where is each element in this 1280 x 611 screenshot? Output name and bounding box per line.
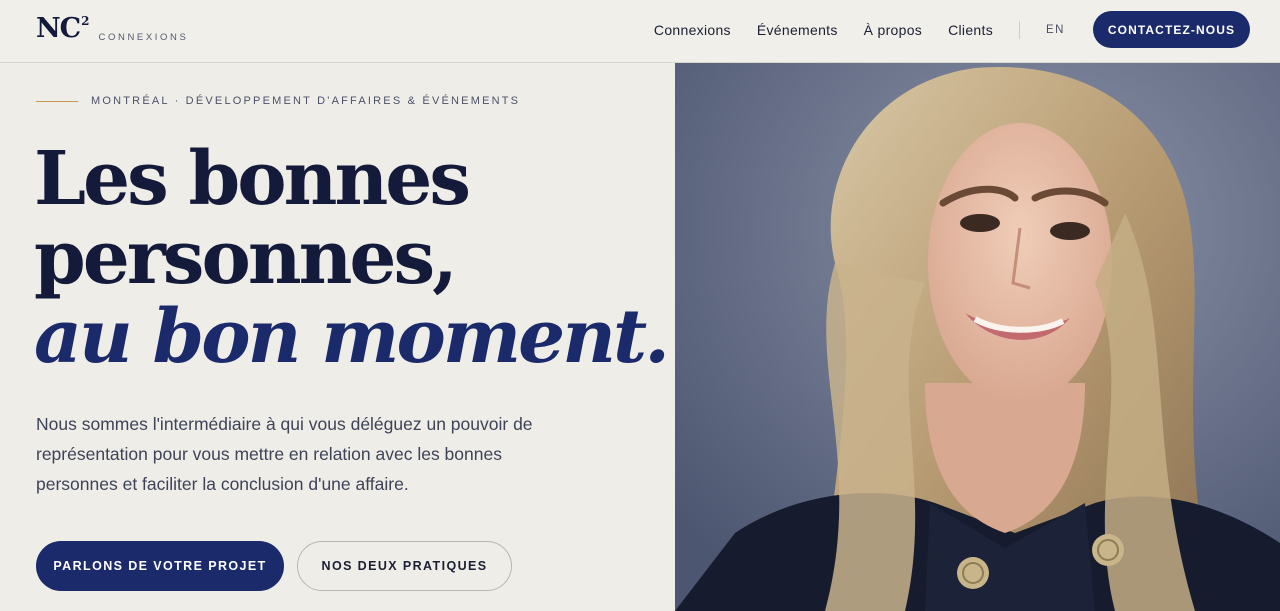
eyebrow-accent-line (36, 100, 78, 102)
hero-portrait-photo (675, 63, 1280, 611)
intro-line-3: personnes et faciliter la conclusion d'u… (36, 474, 409, 494)
nav-link-a-propos[interactable]: À propos (864, 22, 922, 38)
logo[interactable]: NC 2 CONNEXIONS (36, 14, 188, 44)
nav-divider (1019, 20, 1021, 39)
logo-mark: NC (36, 13, 81, 44)
logo-superscript: 2 (81, 14, 90, 28)
nav-link-clients[interactable]: Clients (948, 22, 993, 38)
portrait-illustration (675, 63, 1280, 611)
intro-line-2: représentation pour vous mettre en relat… (36, 444, 502, 464)
eyebrow-text: MONTRÉAL · DÉVELOPPEMENT D'AFFAIRES & ÉV… (91, 95, 521, 107)
hero-headline: Les bonnes personnes, au bon moment. (34, 136, 670, 380)
hero-intro: Nous sommes l'intermédiaire à qui vous d… (36, 409, 596, 499)
headline-line-1: Les bonnes (34, 136, 471, 222)
logo-subtitle: CONNEXIONS (98, 32, 189, 43)
site-header: NC 2 CONNEXIONS Connexions Événements À … (0, 0, 1280, 63)
headline-line-2: personnes, (34, 215, 458, 301)
cta-primary-button[interactable]: PARLONS DE VOTRE PROJET (36, 541, 284, 591)
nav-link-connexions[interactable]: Connexions (654, 22, 731, 38)
main-nav: Connexions Événements À propos Clients E… (654, 11, 1250, 48)
headline-line-3-italic: au bon moment. (34, 294, 670, 380)
language-switch[interactable]: EN (1046, 24, 1065, 36)
hero-eyebrow: MONTRÉAL · DÉVELOPPEMENT D'AFFAIRES & ÉV… (36, 95, 520, 107)
cta-secondary-button[interactable]: NOS DEUX PRATIQUES (297, 541, 512, 591)
nav-link-evenements[interactable]: Événements (757, 22, 838, 38)
intro-line-1: Nous sommes l'intermédiaire à qui vous d… (36, 414, 533, 434)
contact-button[interactable]: CONTACTEZ-NOUS (1093, 11, 1250, 48)
